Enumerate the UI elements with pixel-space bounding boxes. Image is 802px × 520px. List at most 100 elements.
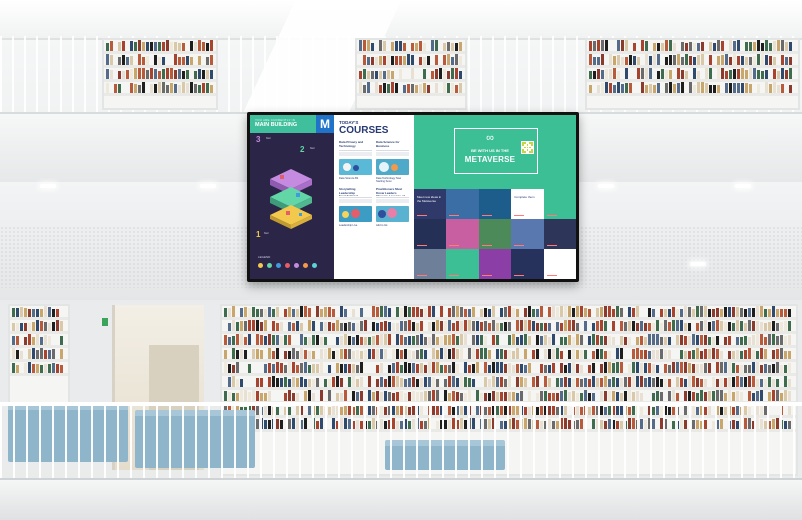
book [708, 376, 711, 387]
book [660, 323, 663, 331]
book [740, 321, 743, 331]
book [616, 334, 619, 345]
book [736, 337, 739, 345]
book [692, 309, 695, 317]
book [424, 391, 427, 401]
book [432, 390, 435, 401]
book [548, 323, 551, 331]
book [504, 350, 507, 359]
book [745, 42, 748, 51]
book [380, 377, 383, 387]
book [488, 323, 491, 331]
book [423, 57, 426, 65]
book [624, 362, 627, 373]
book [649, 68, 652, 79]
book [677, 40, 680, 51]
book [174, 84, 177, 93]
book [712, 377, 715, 387]
book [705, 40, 708, 51]
book [32, 322, 35, 331]
book [709, 55, 712, 65]
book [608, 306, 611, 317]
book [388, 376, 391, 387]
book [753, 68, 756, 79]
book [756, 391, 759, 401]
book [720, 362, 723, 373]
book [540, 364, 543, 373]
book [684, 379, 687, 387]
book [756, 362, 759, 373]
book [190, 68, 193, 79]
book [368, 306, 371, 317]
book [548, 393, 551, 401]
book [776, 309, 779, 317]
book [44, 350, 47, 359]
book [692, 376, 695, 387]
book [644, 350, 647, 359]
book [260, 309, 263, 317]
book [636, 337, 639, 345]
book [560, 378, 563, 387]
book [764, 309, 767, 317]
legend-dot [258, 263, 263, 268]
ceiling-light [598, 184, 614, 188]
book [652, 309, 655, 317]
book [360, 308, 363, 317]
book [348, 349, 351, 359]
book [476, 321, 479, 331]
book [632, 334, 635, 345]
book [592, 376, 595, 387]
book [652, 334, 655, 345]
book [528, 376, 531, 387]
book [641, 40, 644, 51]
book [356, 392, 359, 401]
book [126, 70, 129, 79]
book [428, 377, 431, 387]
book [712, 309, 715, 317]
book [504, 392, 507, 401]
book [568, 378, 571, 387]
book [435, 69, 438, 79]
course-description [376, 197, 409, 204]
book [364, 337, 367, 345]
book [336, 393, 339, 401]
book [36, 350, 39, 359]
book [202, 83, 205, 93]
book [395, 83, 398, 93]
book [676, 320, 679, 331]
book [677, 54, 680, 65]
book [174, 42, 177, 51]
book [296, 365, 299, 373]
book [613, 68, 616, 79]
book [316, 390, 319, 401]
book [182, 71, 185, 79]
book [134, 84, 137, 93]
book [693, 57, 696, 65]
book [432, 322, 435, 331]
book [636, 306, 639, 317]
book [372, 322, 375, 331]
book [396, 362, 399, 373]
book [700, 306, 703, 317]
book [388, 392, 391, 401]
book [436, 306, 439, 317]
book [608, 379, 611, 387]
book [439, 40, 442, 51]
book [384, 334, 387, 345]
book [748, 365, 751, 373]
book [360, 321, 363, 331]
book [785, 42, 788, 51]
book [452, 334, 455, 345]
book [776, 379, 779, 387]
book [717, 85, 720, 93]
book [264, 376, 267, 387]
book [300, 377, 303, 387]
book [332, 351, 335, 359]
book [236, 362, 239, 373]
book [628, 321, 631, 331]
book [576, 364, 579, 373]
book [404, 306, 407, 317]
book [448, 376, 451, 387]
book [773, 41, 776, 51]
book [376, 379, 379, 387]
